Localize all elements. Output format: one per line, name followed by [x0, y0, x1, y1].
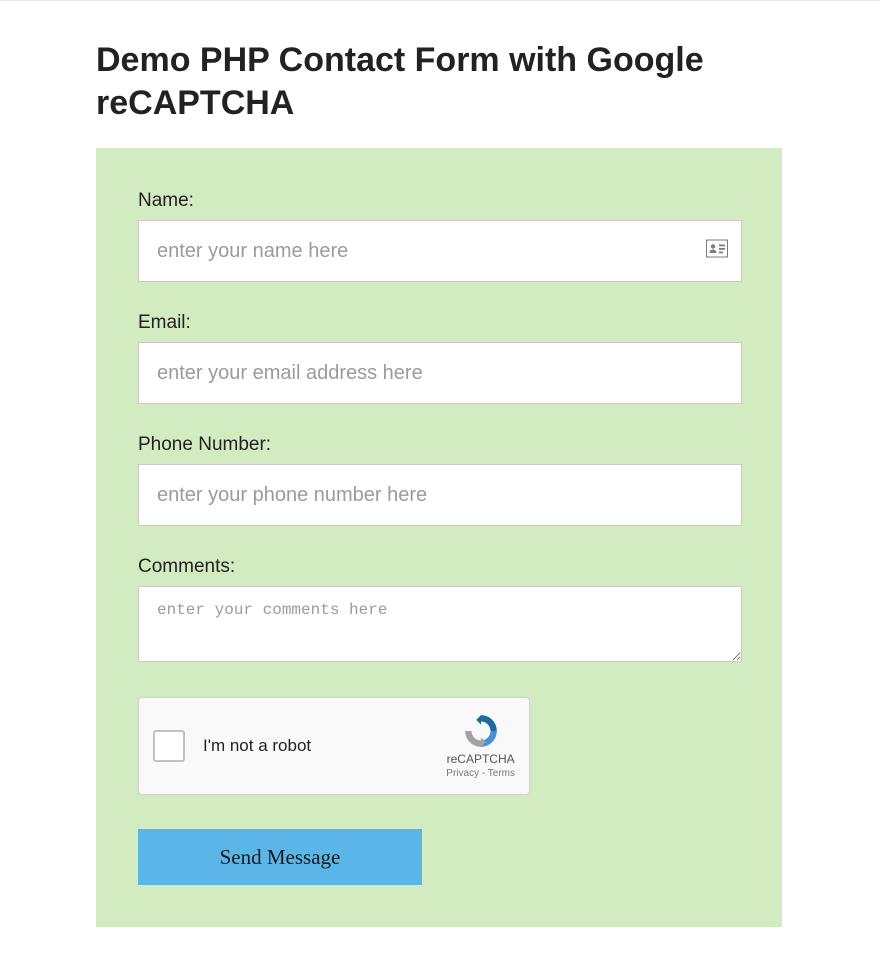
- page-title: Demo PHP Contact Form with Google reCAPT…: [96, 39, 766, 124]
- phone-label: Phone Number:: [138, 434, 742, 456]
- send-message-button[interactable]: Send Message: [138, 829, 422, 885]
- comments-group: Comments:: [138, 556, 742, 667]
- phone-group: Phone Number:: [138, 434, 742, 526]
- recaptcha-brand-text: reCAPTCHA: [446, 752, 515, 768]
- email-label: Email:: [138, 312, 742, 334]
- contact-card-icon: [706, 240, 728, 263]
- recaptcha-checkbox[interactable]: [153, 730, 185, 762]
- name-label: Name:: [138, 190, 742, 212]
- comments-label: Comments:: [138, 556, 742, 578]
- recaptcha-label: I'm not a robot: [203, 736, 446, 756]
- name-group: Name:: [138, 190, 742, 282]
- recaptcha-branding: reCAPTCHA Privacy - Terms: [446, 712, 515, 781]
- recaptcha-logo-icon: [461, 712, 501, 750]
- email-group: Email:: [138, 312, 742, 404]
- comments-textarea[interactable]: [138, 586, 742, 662]
- recaptcha-widget: I'm not a robot reCAPTCHA Privacy - Term…: [138, 697, 530, 795]
- name-input[interactable]: [138, 220, 742, 282]
- email-input[interactable]: [138, 342, 742, 404]
- recaptcha-legal-text[interactable]: Privacy - Terms: [446, 767, 515, 780]
- contact-form-card: Name: Email:: [96, 148, 782, 927]
- phone-input[interactable]: [138, 464, 742, 526]
